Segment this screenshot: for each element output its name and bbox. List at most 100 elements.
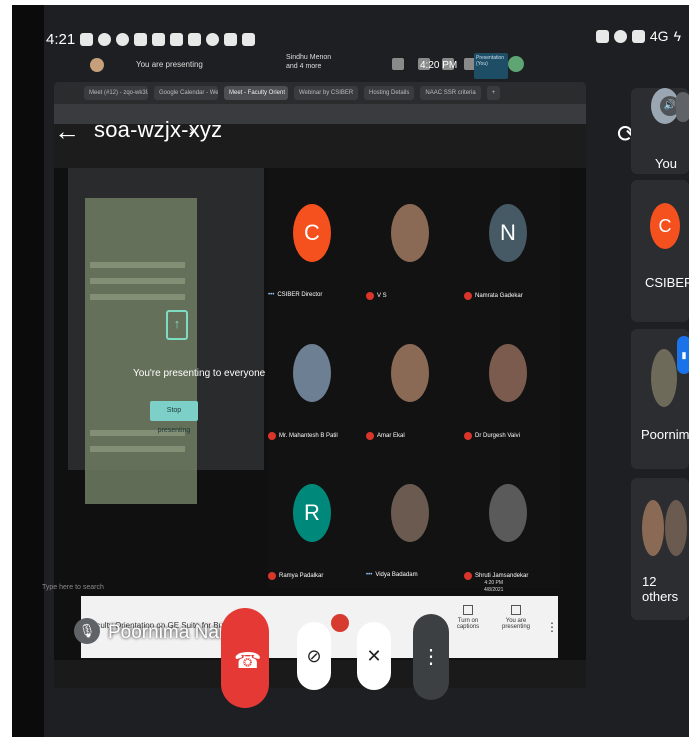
audio-dots-icon: ••• xyxy=(268,292,275,298)
mic-off-icon: ✕ xyxy=(366,646,382,666)
slide-row xyxy=(90,446,185,452)
csiber-avatar: C xyxy=(650,203,680,249)
status-time: 4:21 xyxy=(46,30,76,48)
mic-muted-icon xyxy=(366,292,374,300)
record-icon xyxy=(116,32,130,46)
participant-label: Dr Durgesh Vaivi xyxy=(464,432,520,440)
participant-avatar: C xyxy=(293,204,331,262)
participant-label: Shruti Jamsandekar xyxy=(464,572,528,580)
mic-muted-icon xyxy=(268,432,276,440)
participant-avatar xyxy=(391,344,429,402)
participant-avatar xyxy=(293,344,331,402)
sim-icon xyxy=(631,29,645,43)
participant-label: Amar Ekal xyxy=(366,432,405,440)
present-icon xyxy=(511,605,521,615)
presenting-button: You are presenting xyxy=(496,605,536,630)
browser-tab: NAAC SSR criteria xyxy=(420,86,481,100)
browser-tab: Webinar by CSIBER xyxy=(294,86,358,100)
participants-summary: Sindhu Menon and 4 more xyxy=(286,54,332,70)
charging-icon: ϟ xyxy=(673,28,681,44)
participant-avatar xyxy=(391,484,429,542)
signal-icon: 4G xyxy=(649,28,669,44)
accessibility-icon xyxy=(152,32,166,46)
hotspot-icon xyxy=(613,29,627,43)
participant-avatar: R xyxy=(293,484,331,542)
others-label: 12 others xyxy=(642,574,679,604)
participant-tile: Mr. Mahantesh B Patil xyxy=(268,308,364,448)
browser-tab: Meet (#12) - zqo-wk3UN xyxy=(84,86,148,100)
slide-row xyxy=(90,294,185,300)
self-name-label: Poornima Naik xyxy=(108,622,233,643)
mail-icon xyxy=(188,32,202,46)
grid-icon xyxy=(392,58,404,70)
participant-tile: Shruti Jamsandekar xyxy=(464,448,560,588)
browser-tab: Google Calendar - Week xyxy=(154,86,218,100)
participant-avatar xyxy=(391,204,429,262)
mic-toggle-button[interactable]: ✕ xyxy=(357,622,391,690)
captions-icon xyxy=(463,605,473,615)
mic-off-icon xyxy=(676,92,689,122)
mic-muted-icon xyxy=(464,572,472,580)
poornima-label: Poornima xyxy=(641,427,689,442)
gallery-icon xyxy=(134,32,148,46)
other-avatar xyxy=(642,500,664,556)
participant-tile: V S xyxy=(366,168,462,308)
taskbar-search: Type here to search xyxy=(42,584,104,591)
mic-muted-icon xyxy=(366,432,374,440)
presenter-avatar xyxy=(90,58,104,72)
more-vert-icon: ⋮ xyxy=(546,620,558,634)
left-black-strip xyxy=(12,5,44,737)
phone-hangup-icon[interactable]: ☎ xyxy=(234,648,261,674)
captions-button: Turn on captions xyxy=(448,605,488,630)
browser-tab: Meet - Faculty Orient xyxy=(224,86,288,100)
nfc-icon xyxy=(595,29,609,43)
meeting-title[interactable]: soa-wzjx-xyz xyxy=(94,117,222,143)
self-view-icon xyxy=(508,56,524,72)
you-label: You xyxy=(655,156,677,171)
more-options-button[interactable]: ⋮ xyxy=(413,614,449,700)
taskbar-clock: 4:20 PM 4/8/2021 xyxy=(484,580,504,593)
check-icon xyxy=(206,32,220,46)
mic-muted-icon xyxy=(268,572,276,580)
other-avatar xyxy=(665,500,687,556)
chevron-right-icon[interactable]: › xyxy=(189,122,194,138)
mic-muted-icon xyxy=(464,292,472,300)
participant-tile: N Namrata Gadekar xyxy=(464,168,560,308)
mic-icon xyxy=(170,32,184,46)
csiber-label: CSIBER xyxy=(645,275,689,290)
meeting-clock: 4:20 PM xyxy=(420,60,458,71)
participant-tile: C ••• CSIBER Director xyxy=(268,168,364,308)
participant-label: Ramya Padalkar xyxy=(268,572,323,580)
presentation-slide xyxy=(85,198,197,504)
presentation-chip: Presentation (You) xyxy=(474,53,508,79)
browser-tab: Hosting Details xyxy=(364,86,415,100)
self-mic-off-icon: 🎙 xyxy=(74,618,100,644)
participant-tile: Amar Ekal xyxy=(366,308,462,448)
camera-off-icon: ⊘ xyxy=(306,646,322,666)
back-arrow-icon[interactable]: ← xyxy=(54,116,80,147)
poornima-avatar xyxy=(651,349,677,407)
status-bar: 4:21 xyxy=(46,28,256,50)
status-bar-right: 4G ϟ xyxy=(595,28,681,44)
participant-label: ••• CSIBER Director xyxy=(268,292,323,298)
participant-tile: Dr Durgesh Vaivi xyxy=(464,308,560,448)
csiber-tile[interactable] xyxy=(631,180,689,322)
slide-row xyxy=(90,262,185,268)
browser-tab: + xyxy=(486,86,501,100)
participant-avatar xyxy=(489,484,527,542)
participant-avatar xyxy=(489,344,527,402)
participant-label: Namrata Gadekar xyxy=(464,292,523,300)
participant-label: V S xyxy=(366,292,387,300)
participant-tile: ••• Vidya Badadam xyxy=(366,448,462,588)
camera-toggle-button[interactable]: ⊘ xyxy=(297,622,331,690)
doc-icon xyxy=(224,32,238,46)
participant-tile: R Ramya Padalkar xyxy=(268,448,364,588)
stop-present-indicator xyxy=(331,614,349,632)
participant-avatar: N xyxy=(489,204,527,262)
present-upload-icon: ↑ xyxy=(166,310,188,340)
slide-row xyxy=(90,278,185,284)
whatsapp-icon xyxy=(98,32,112,46)
notification-icon xyxy=(80,32,94,46)
stop-presenting-button[interactable]: Stop presenting xyxy=(150,401,198,434)
speaking-indicator-icon: ▮ xyxy=(677,336,689,374)
